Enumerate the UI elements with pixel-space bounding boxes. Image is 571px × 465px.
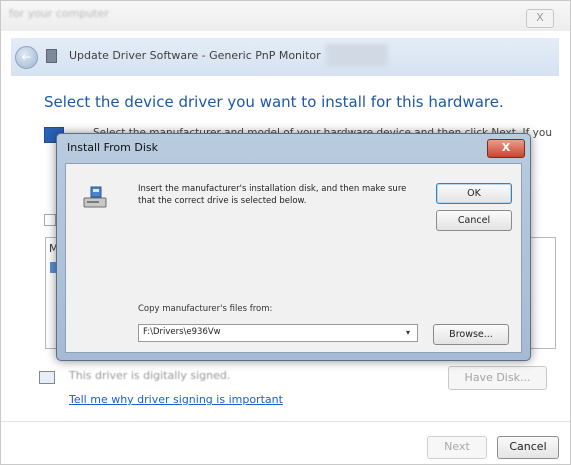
driver-sign-icon <box>39 371 55 384</box>
dialog-body: Insert the manufacturer's installation d… <box>65 163 522 353</box>
dialog-title: Install From Disk <box>67 141 158 154</box>
next-button[interactable]: Next <box>427 436 487 459</box>
close-window-button[interactable]: X <box>526 9 554 28</box>
cancel-button[interactable]: Cancel <box>436 210 512 231</box>
install-from-disk-dialog: Install From Disk X Insert the manufactu… <box>56 133 531 361</box>
signing-status-text: This driver is digitally signed. <box>69 369 231 382</box>
footer-divider <box>1 421 570 422</box>
blurred-parent-title: for your computer <box>9 7 109 20</box>
chevron-down-icon[interactable]: ▾ <box>401 326 415 340</box>
blurred-title-area <box>326 44 388 66</box>
ok-button[interactable]: OK <box>436 183 512 204</box>
show-compatible-checkbox[interactable] <box>44 214 56 226</box>
page-heading: Select the device driver you want to ins… <box>44 93 504 111</box>
disk-drive-icon <box>83 186 107 208</box>
device-manager-icon <box>46 49 57 63</box>
back-arrow-icon[interactable]: ← <box>15 46 38 69</box>
browse-button[interactable]: Browse... <box>433 324 509 345</box>
dialog-message: Insert the manufacturer's installation d… <box>138 184 407 206</box>
copy-from-label: Copy manufacturer's files from: <box>138 304 273 314</box>
wizard-title: Update Driver Software - Generic PnP Mon… <box>69 49 321 62</box>
path-input[interactable]: F:\Drivers\e936Vw ▾ <box>138 324 418 342</box>
path-value: F:\Drivers\e936Vw <box>143 327 221 337</box>
wizard-cancel-button[interactable]: Cancel <box>497 436 559 459</box>
signing-info-link[interactable]: Tell me why driver signing is important <box>69 393 283 406</box>
have-disk-button[interactable]: Have Disk... <box>448 366 547 390</box>
close-icon[interactable]: X <box>487 139 525 158</box>
